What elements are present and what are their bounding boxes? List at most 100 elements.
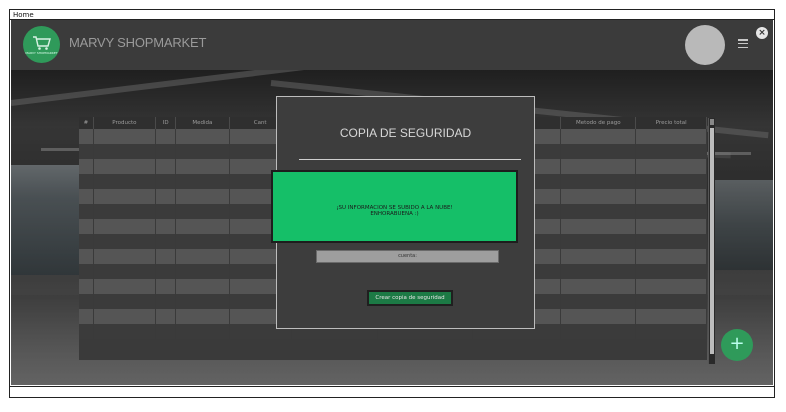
- logo-text: MARVY SHOPMARKET: [25, 50, 58, 55]
- table-cell: [79, 294, 94, 309]
- table-cell: [561, 129, 637, 144]
- table-cell: [176, 309, 230, 324]
- table-cell: [561, 189, 637, 204]
- table-cell: [156, 309, 177, 324]
- table-cell: [636, 174, 707, 189]
- table-cell: [156, 144, 177, 159]
- success-toast: ¡SU INFORMACION SE SUBIDO A LA NUBE! ENH…: [271, 170, 518, 243]
- table-cell: [79, 174, 94, 189]
- table-cell: [156, 204, 177, 219]
- table-cell: [79, 324, 94, 339]
- table-cell: [176, 159, 230, 174]
- create-backup-button[interactable]: Crear copia de seguridad: [367, 290, 453, 306]
- column-header[interactable]: Producto: [94, 117, 157, 129]
- table-cell: [636, 324, 707, 339]
- table-cell: [156, 189, 177, 204]
- table-cell: [94, 189, 157, 204]
- table-cell: [79, 219, 94, 234]
- table-cell: [79, 204, 94, 219]
- table-cell: [156, 174, 177, 189]
- table-cell: [156, 219, 177, 234]
- scroll-up-icon[interactable]: [710, 119, 714, 125]
- table-cell: [94, 279, 157, 294]
- table-cell: [636, 204, 707, 219]
- table-cell: [79, 264, 94, 279]
- toast-message: ¡SU INFORMACION SE SUBIDO A LA NUBE! ENH…: [273, 205, 516, 217]
- table-cell: [156, 129, 177, 144]
- column-header[interactable]: ID: [156, 117, 177, 129]
- table-cell: [561, 309, 637, 324]
- table-cell: [176, 219, 230, 234]
- scroll-thumb[interactable]: [710, 128, 714, 354]
- bottom-divider: [10, 386, 774, 387]
- table-cell: [636, 279, 707, 294]
- table-cell: [156, 279, 177, 294]
- table-cell: [561, 294, 637, 309]
- table-cell: [156, 234, 177, 249]
- table-cell: [156, 324, 177, 339]
- dialog-title: COPIA DE SEGURIDAD: [339, 126, 472, 140]
- table-cell: [636, 234, 707, 249]
- app-name: MARVY SHOPMARKET: [69, 35, 207, 50]
- table-cell: [79, 279, 94, 294]
- table-cell: [561, 219, 637, 234]
- close-icon[interactable]: ×: [756, 27, 768, 39]
- table-cell: [561, 264, 637, 279]
- add-button[interactable]: +: [721, 329, 753, 361]
- table-cell: [176, 144, 230, 159]
- column-header[interactable]: Precio total: [636, 117, 707, 129]
- table-cell: [176, 294, 230, 309]
- table-cell: [94, 159, 157, 174]
- table-cell: [156, 264, 177, 279]
- table-cell: [156, 159, 177, 174]
- column-header[interactable]: #: [79, 117, 94, 129]
- table-cell: [94, 309, 157, 324]
- table-cell: [636, 309, 707, 324]
- table-cell: [561, 249, 637, 264]
- account-field[interactable]: cuenta:: [316, 250, 499, 263]
- table-scrollbar[interactable]: [708, 118, 715, 364]
- table-cell: [94, 234, 157, 249]
- column-header[interactable]: Medida: [176, 117, 230, 129]
- table-cell: [94, 174, 157, 189]
- table-cell: [94, 219, 157, 234]
- table-cell: [79, 144, 94, 159]
- table-cell: [176, 279, 230, 294]
- table-cell: [636, 294, 707, 309]
- table-cell: [561, 174, 637, 189]
- table-cell: [79, 129, 94, 144]
- avatar[interactable]: [685, 25, 725, 65]
- cart-icon: [32, 35, 51, 50]
- table-cell: [176, 129, 230, 144]
- table-cell: [94, 144, 157, 159]
- table-cell: [94, 129, 157, 144]
- app-screen: MARVY SHOPMARKET MARVY SHOPMARKET × # Pro…: [11, 20, 773, 385]
- table-cell: [636, 264, 707, 279]
- table-cell: [636, 189, 707, 204]
- table-cell: [176, 264, 230, 279]
- table-cell: [636, 159, 707, 174]
- logo[interactable]: MARVY SHOPMARKET: [23, 26, 60, 63]
- table-cell: [176, 249, 230, 264]
- table-cell: [176, 204, 230, 219]
- table-cell: [176, 234, 230, 249]
- app-header: MARVY SHOPMARKET MARVY SHOPMARKET ×: [11, 20, 773, 70]
- column-header[interactable]: Metodo de pago: [561, 117, 637, 129]
- table-cell: [79, 189, 94, 204]
- table-cell: [94, 324, 157, 339]
- table-cell: [561, 234, 637, 249]
- dialog-divider: [299, 159, 521, 160]
- table-cell: [94, 294, 157, 309]
- table-cell: [176, 189, 230, 204]
- table-cell: [636, 219, 707, 234]
- table-cell: [561, 279, 637, 294]
- table-cell: [561, 324, 637, 339]
- table-cell: [156, 249, 177, 264]
- table-cell: [636, 144, 707, 159]
- table-cell: [94, 264, 157, 279]
- table-cell: [636, 249, 707, 264]
- table-cell: [79, 159, 94, 174]
- hamburger-menu-icon[interactable]: [738, 39, 748, 48]
- table-cell: [561, 204, 637, 219]
- table-cell: [176, 174, 230, 189]
